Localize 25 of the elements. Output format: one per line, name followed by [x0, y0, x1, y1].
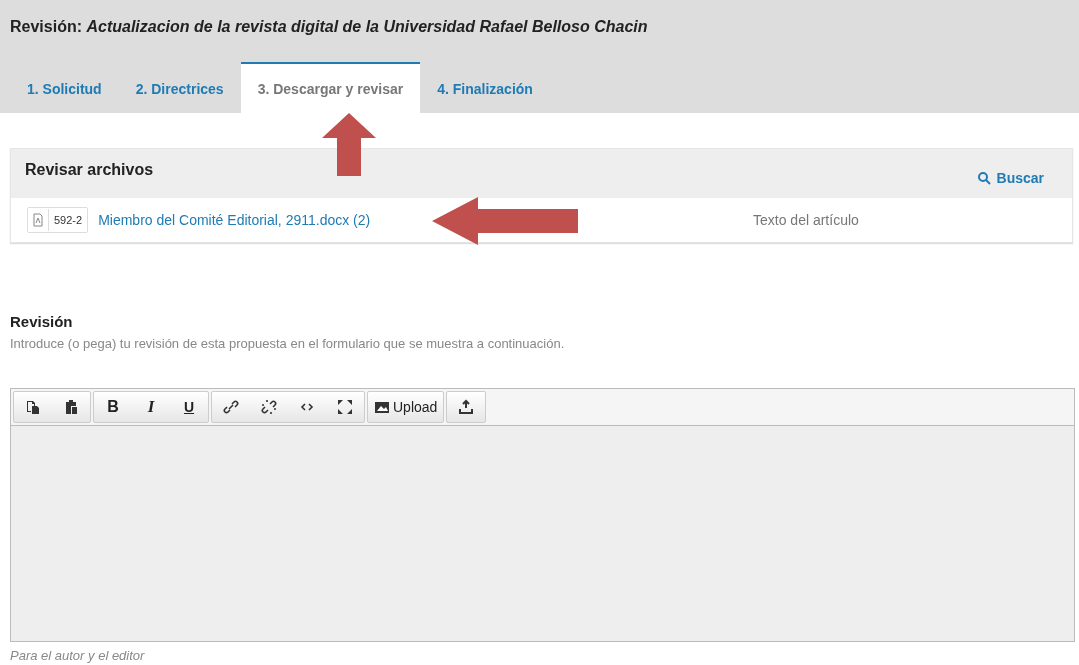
insert-icon [458, 399, 475, 415]
bold-button[interactable]: B [94, 392, 132, 422]
section-heading: Revisión [10, 313, 74, 330]
tab[interactable]: 3. Descargar y revisar [240, 62, 421, 113]
field-hint: Para el autor y el editor [10, 648, 146, 663]
section-description: Introduce (o pega) tu revisión de esta propuesta en el formulario que se muestra a continuación. [10, 336, 566, 351]
paste-icon [63, 399, 79, 415]
search-link[interactable]: Buscar [976, 169, 1058, 186]
tab[interactable]: 4. Finalización [420, 62, 550, 113]
image-icon [374, 399, 390, 415]
underline-button[interactable]: U [170, 392, 208, 422]
upload-button[interactable]: Upload [368, 392, 444, 422]
panel-title: Revisar archivos [25, 160, 154, 179]
file-type: Texto del artículo [753, 212, 860, 228]
italic-button[interactable]: I [132, 392, 170, 422]
tab[interactable]: 1. Solicitud [10, 62, 119, 113]
file-link[interactable]: Miembro del Comité Editorial, 2911.docx (2) [98, 212, 371, 228]
link-icon [223, 399, 239, 415]
search-icon [976, 170, 991, 185]
fullscreen-icon [337, 399, 353, 415]
copy-icon [25, 399, 41, 415]
annotation-arrow [322, 113, 376, 176]
tab[interactable]: 2. Directrices [118, 62, 241, 113]
file-id: 592-2 [53, 214, 84, 226]
page-title: Revisión: Actualizacion de la revista digital de la Universidad Rafael Belloso Chacin [10, 18, 649, 36]
